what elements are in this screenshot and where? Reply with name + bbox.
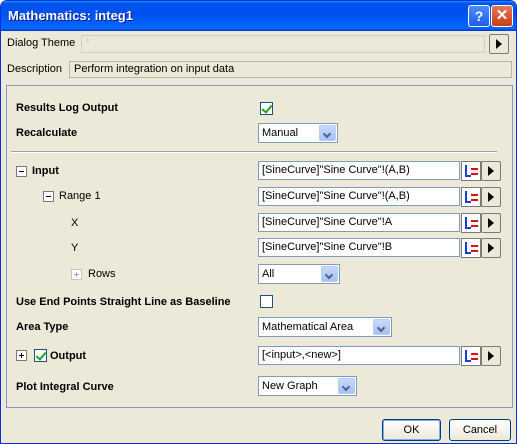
chevron-down-icon[interactable] [373,319,390,335]
input-range-value: [SineCurve]"Sine Curve"!(A,B) [262,164,410,176]
rows-label: Rows [88,268,116,280]
range-1-value: [SineCurve]"Sine Curve"!(A,B) [262,190,410,202]
output-label: Output [50,350,87,362]
area-type-value: Mathematical Area [262,321,354,333]
dialog-window: Mathematics: integ1 ? ✕ Dialog Theme * D… [0,0,517,444]
input-menu-button[interactable] [481,161,501,181]
y-value: [SineCurve]"Sine Curve"!B [262,241,393,253]
range-1-field[interactable]: [SineCurve]"Sine Curve"!(A,B) [258,187,460,206]
description-value: Perform integration on input data [74,63,235,75]
window-title: Mathematics: integ1 [8,8,133,23]
select-range-icon[interactable] [461,238,481,258]
expand-rows-icon[interactable] [71,269,82,280]
plot-integral-curve-select[interactable]: New Graph [258,376,357,396]
select-range-icon[interactable] [461,213,481,233]
select-range-icon[interactable] [461,346,481,366]
dialog-theme-label: Dialog Theme [7,37,76,49]
description-label: Description [7,63,63,75]
collapse-range-icon[interactable] [43,191,54,202]
recalculate-select[interactable]: Manual [258,123,338,143]
chevron-down-icon[interactable] [338,378,355,394]
recalculate-label: Recalculate [16,127,78,139]
x-value: [SineCurve]"Sine Curve"!A [262,216,393,228]
y-field[interactable]: [SineCurve]"Sine Curve"!B [258,238,460,257]
x-menu-button[interactable] [481,213,501,233]
help-button[interactable]: ? [468,5,490,27]
rows-select[interactable]: All [258,264,340,284]
dialog-theme-value: * [86,37,90,47]
expand-output-icon[interactable] [16,350,27,361]
range-1-label: Range 1 [59,190,101,202]
range-1-menu-button[interactable] [481,187,501,207]
input-label: Input [32,165,59,177]
results-log-output-checkbox[interactable] [260,102,273,115]
baseline-label: Use End Points Straight Line as Baseline [16,296,231,308]
title-bar[interactable]: Mathematics: integ1 ? ✕ [1,1,516,31]
collapse-input-icon[interactable] [16,166,27,177]
cancel-button[interactable]: Cancel [449,419,511,441]
output-checkbox[interactable] [34,349,47,362]
recalculate-value: Manual [262,127,299,139]
plot-integral-curve-label: Plot Integral Curve [16,381,114,393]
dialog-theme-menu-button[interactable] [489,34,509,54]
baseline-checkbox[interactable] [260,295,273,308]
y-label: Y [71,242,79,254]
x-field[interactable]: [SineCurve]"Sine Curve"!A [258,213,460,232]
chevron-down-icon[interactable] [321,266,338,282]
area-type-select[interactable]: Mathematical Area [258,317,392,337]
y-menu-button[interactable] [481,238,501,258]
output-value: [<input>,<new>] [262,349,341,361]
ok-button[interactable]: OK [382,419,441,441]
output-menu-button[interactable] [481,346,501,366]
select-range-icon[interactable] [461,161,481,181]
close-button[interactable]: ✕ [491,5,513,27]
x-label: X [71,217,79,229]
output-field[interactable]: [<input>,<new>] [258,346,460,365]
select-range-icon[interactable] [461,187,481,207]
description-field: Perform integration on input data [69,61,512,78]
divider [11,151,497,153]
chevron-down-icon[interactable] [319,125,336,141]
plot-integral-curve-value: New Graph [262,380,318,392]
results-log-output-label: Results Log Output [16,102,119,114]
dialog-theme-field[interactable]: * [81,35,485,53]
input-range-field[interactable]: [SineCurve]"Sine Curve"!(A,B) [258,161,460,180]
rows-value: All [262,268,275,280]
area-type-label: Area Type [16,321,69,333]
